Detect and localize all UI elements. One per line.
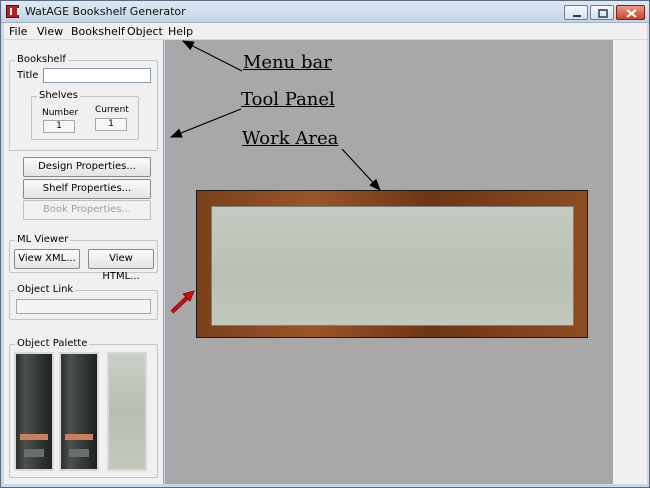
red-arrow-icon: [170, 290, 195, 314]
menu-bar-arrow: [181, 40, 243, 72]
app-window: WatAGE Bookshelf Generator File View Boo…: [0, 0, 650, 488]
tool-panel-arrow: [169, 108, 242, 138]
annotation-arrows: [169, 40, 381, 314]
work-area-arrow: [341, 148, 381, 191]
